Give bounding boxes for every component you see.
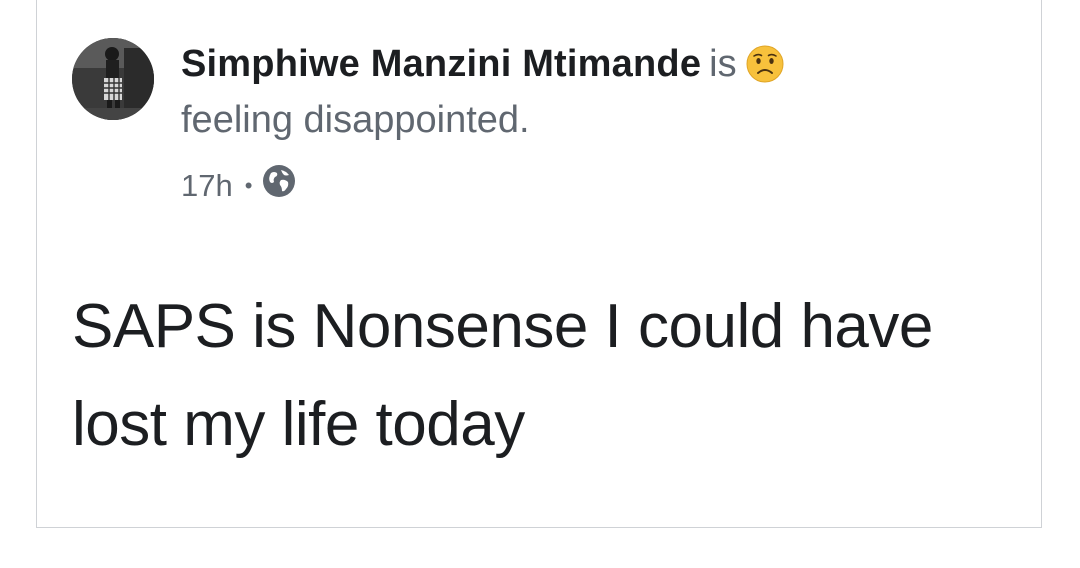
disappointed-face-icon	[745, 44, 785, 96]
feeling-text: feeling disappointed.	[181, 99, 530, 141]
avatar[interactable]	[72, 38, 154, 120]
post-meta: 17h •	[181, 164, 296, 208]
post-body: SAPS is Nonsense I could have lost my li…	[72, 292, 933, 459]
is-word: is	[709, 43, 737, 85]
post-header: Simphiwe Manzini Mtimande is feeling disa…	[181, 40, 941, 142]
timestamp[interactable]: 17h	[181, 166, 233, 206]
globe-icon[interactable]	[262, 164, 296, 208]
meta-separator: •	[244, 173, 253, 198]
author-line: Simphiwe Manzini Mtimande is	[181, 40, 941, 96]
avatar-photo	[72, 38, 154, 120]
author-name[interactable]: Simphiwe Manzini Mtimande	[181, 43, 701, 85]
